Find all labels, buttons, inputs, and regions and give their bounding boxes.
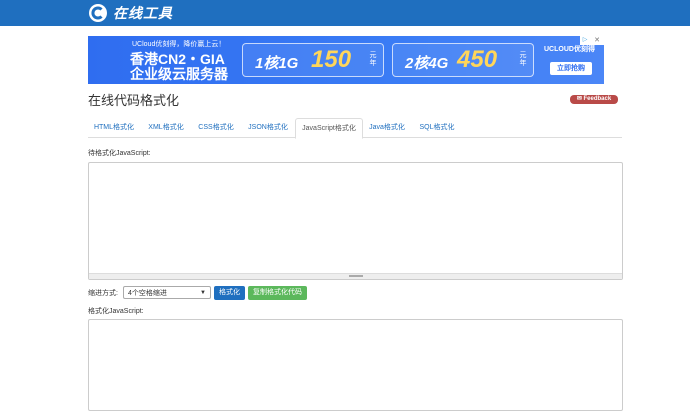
- site-logo[interactable]: 在线工具: [88, 2, 173, 24]
- feedback-button[interactable]: ✉ Feedback: [570, 95, 618, 104]
- ad-offer-1-unit: 元年: [369, 52, 377, 67]
- tab-xml[interactable]: XML格式化: [142, 118, 190, 137]
- ad-cta-button[interactable]: 立即抢购: [550, 62, 592, 75]
- logo-c-icon: [89, 4, 107, 22]
- output-code-value: [89, 320, 622, 326]
- indent-select-value: 4个空格缩进: [127, 290, 167, 297]
- ad-banner[interactable]: UCloud优刻得，降价赢上云！ 香港CN2・GIA 企业级云服务器 1核1G …: [88, 36, 604, 84]
- tab-css[interactable]: CSS格式化: [192, 118, 240, 137]
- input-label: 待格式化JavaScript:: [88, 150, 151, 157]
- ad-offer-1: 1核1G 150 元年: [242, 43, 384, 77]
- indent-select[interactable]: 4个空格缩进 ▼: [122, 286, 211, 299]
- ad-offer-1-price: 150: [311, 46, 352, 73]
- ad-offer-2-price: 450: [457, 46, 498, 73]
- ad-offer-2-spec: 2核4G: [405, 55, 449, 72]
- ad-info-icon[interactable]: ▷: [580, 36, 590, 45]
- input-code-editor[interactable]: [88, 162, 623, 280]
- page-title: 在线代码格式化: [88, 93, 180, 108]
- tab-html[interactable]: HTML格式化: [88, 118, 140, 137]
- ad-offer-2: 2核4G 450 元年: [392, 43, 534, 77]
- ad-brand: UCLOUD优刻得: [544, 46, 595, 53]
- chevron-down-icon: ▼: [200, 290, 206, 296]
- tab-sql[interactable]: SQL格式化: [413, 118, 461, 137]
- indent-label: 缩进方式:: [88, 289, 118, 297]
- tab-java[interactable]: Java格式化: [363, 118, 411, 137]
- grip-lines-icon: [348, 275, 363, 277]
- input-code-value: [89, 163, 622, 169]
- ad-close-icon[interactable]: ✕: [590, 36, 604, 45]
- ad-tagline: UCloud优刻得，降价赢上云！: [132, 41, 226, 48]
- format-button[interactable]: 格式化: [213, 285, 245, 300]
- output-label: 格式化JavaScript:: [88, 308, 144, 315]
- copy-formatted-button[interactable]: 复制格式化代码: [247, 285, 307, 300]
- ad-offer-2-unit: 元年: [519, 52, 527, 67]
- top-navbar: 在线工具: [0, 0, 690, 26]
- tab-json[interactable]: JSON格式化: [242, 118, 294, 137]
- output-code-editor[interactable]: [88, 319, 623, 411]
- logo-text: 在线工具: [113, 6, 173, 22]
- input-resize-handle[interactable]: [89, 273, 622, 279]
- format-controls: 缩进方式: 4个空格缩进 ▼ 格式化 复制格式化代码: [88, 285, 307, 300]
- tab-javascript[interactable]: JavaScript格式化: [295, 118, 363, 139]
- ad-offer-1-spec: 1核1G: [255, 55, 299, 72]
- formatter-tabs: HTML格式化 XML格式化 CSS格式化 JSON格式化 JavaScript…: [88, 118, 622, 139]
- ad-subtitle: 企业级云服务器: [130, 66, 228, 82]
